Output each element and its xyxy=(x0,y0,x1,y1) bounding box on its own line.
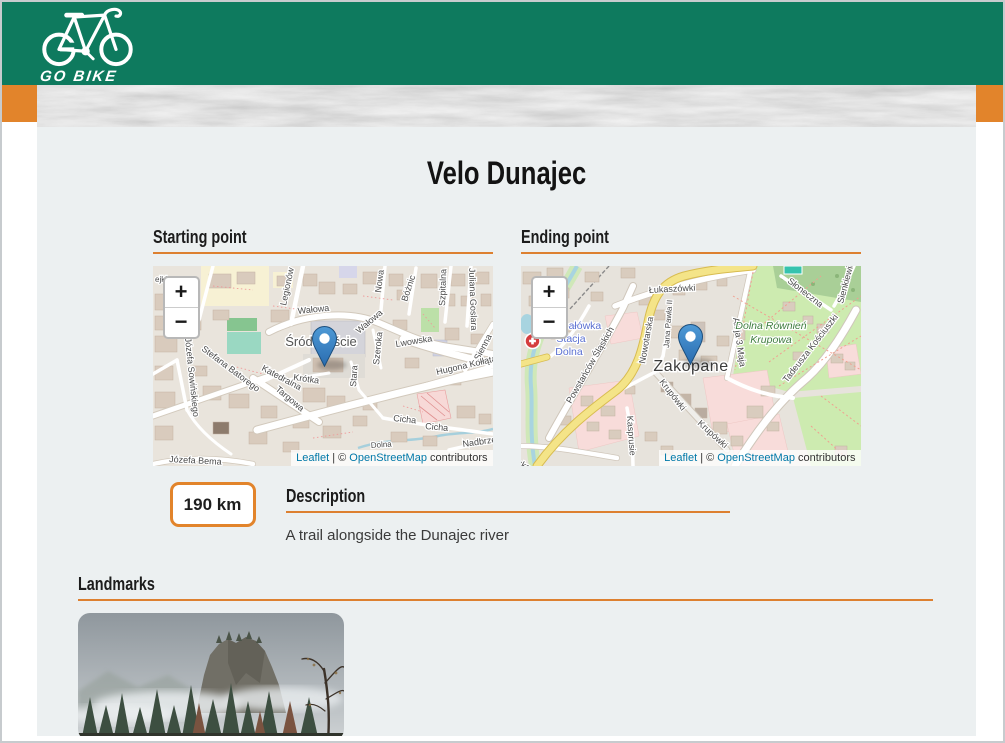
svg-text:Dolna: Dolna xyxy=(555,346,583,358)
attribution-suffix: contributors xyxy=(430,452,487,464)
orange-block-left xyxy=(2,85,37,122)
svg-text:Dolna: Dolna xyxy=(370,440,392,450)
svg-text:Dolna Równień: Dolna Równień xyxy=(735,320,806,332)
osm-link[interactable]: OpenStreetMap xyxy=(717,452,795,464)
brand-wordmark: GO BIKE xyxy=(39,68,141,85)
start-map[interactable]: Śródmieście Wałowa Wałowa Legionów Nowa … xyxy=(153,266,493,466)
start-location-marker-icon[interactable] xyxy=(312,326,337,367)
osm-link[interactable]: OpenStreetMap xyxy=(349,452,427,464)
svg-text:Cicha: Cicha xyxy=(424,421,448,433)
zoom-out-button[interactable]: − xyxy=(533,308,566,337)
orange-block-right xyxy=(972,85,1003,122)
app-window: GO BIKE Velo Dunajec Sta xyxy=(0,0,1005,743)
starting-point-section: Starting point xyxy=(153,227,493,466)
starting-point-heading: Starting point xyxy=(153,227,493,254)
ending-point-heading: Ending point xyxy=(521,227,861,254)
end-location-marker-icon[interactable] xyxy=(678,324,703,365)
ending-point-section: Ending point xyxy=(521,227,861,466)
bicycle-logo-icon xyxy=(40,7,140,67)
attribution-separator: | xyxy=(700,452,703,464)
attribution-separator: | xyxy=(332,452,335,464)
main-content: Velo Dunajec Starting point xyxy=(37,127,976,736)
attribution-suffix: contributors xyxy=(798,452,855,464)
landmarks-heading: Landmarks xyxy=(78,574,933,601)
zoom-out-button[interactable]: − xyxy=(165,308,198,337)
zoom-in-button[interactable]: + xyxy=(533,278,566,308)
copyright-symbol: © xyxy=(706,452,714,464)
leaflet-link[interactable]: Leaflet xyxy=(664,452,697,464)
svg-text:Krupowa: Krupowa xyxy=(750,334,792,346)
zoom-control: + − xyxy=(163,276,200,339)
landmark-photo[interactable] xyxy=(78,613,344,736)
foggy-mountain-photo xyxy=(78,613,344,736)
asphalt-texture-image xyxy=(37,85,976,127)
asphalt-banner xyxy=(2,85,1003,127)
svg-text:Szpitalna: Szpitalna xyxy=(437,269,448,306)
go-bike-logo[interactable]: GO BIKE xyxy=(40,7,140,85)
svg-text:Stara: Stara xyxy=(348,365,359,387)
zoom-control: + − xyxy=(531,276,568,339)
site-header: GO BIKE xyxy=(2,2,1003,85)
distance-badge: 190 km xyxy=(170,482,256,527)
description-section: Description A trail alongside the Dunaje… xyxy=(286,482,730,544)
trail-details: 190 km Description A trail alongside the… xyxy=(153,482,861,544)
page-title: Velo Dunajec xyxy=(37,127,976,191)
leaflet-link[interactable]: Leaflet xyxy=(296,452,329,464)
copyright-symbol: © xyxy=(338,452,346,464)
end-map[interactable]: Zakopane Łukaszówki Nowotarska Powstańcó… xyxy=(521,266,861,466)
zoom-in-button[interactable]: + xyxy=(165,278,198,308)
svg-text:Józefa Bema: Józefa Bema xyxy=(168,454,221,466)
map-attribution: Leaflet | © OpenStreetMap contributors xyxy=(659,450,860,466)
description-text: A trail alongside the Dunajec river xyxy=(286,527,730,544)
description-heading: Description xyxy=(286,486,730,513)
landmarks-section: Landmarks xyxy=(78,574,933,736)
map-attribution: Leaflet | © OpenStreetMap contributors xyxy=(291,450,492,466)
